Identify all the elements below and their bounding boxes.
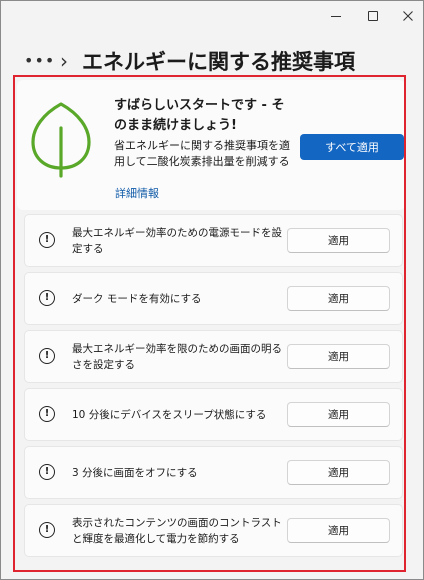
title-bar [1,1,423,31]
page-title: エネルギーに関する推奨事項 [82,50,355,74]
breadcrumb: ••• › エネルギーに関する推奨事項 [24,44,355,78]
minimize-icon [331,15,341,17]
highlight-frame [13,75,406,572]
close-icon [403,11,413,21]
more-options-icon[interactable]: ••• [24,53,54,69]
chevron-right-icon: › [60,49,68,73]
maximize-icon [368,11,378,21]
close-button[interactable] [386,1,424,31]
